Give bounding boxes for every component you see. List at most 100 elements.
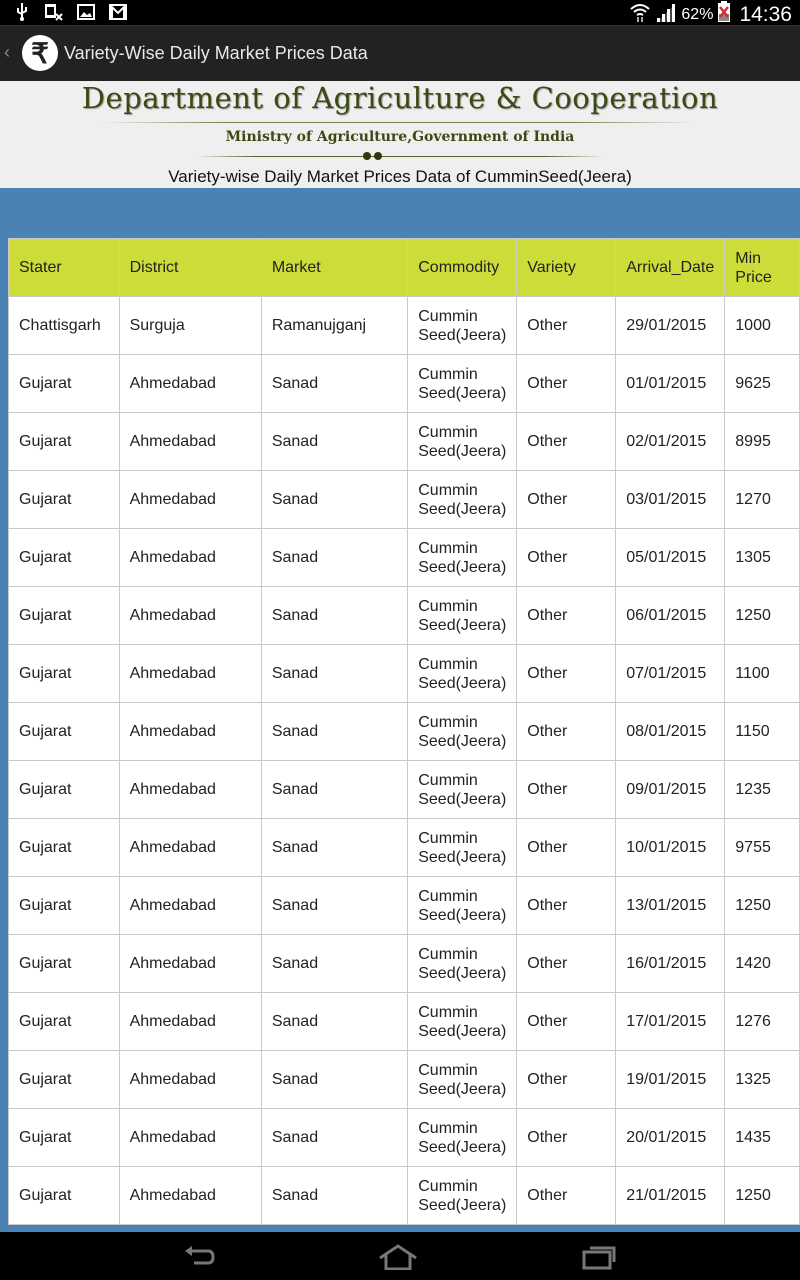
header-min-price[interactable]: Min Price xyxy=(724,238,800,297)
table-row[interactable]: Gujarat Ahmedabad Sanad Cummin Seed(Jeera) O… xyxy=(8,934,800,993)
cell-state: Gujarat xyxy=(8,992,120,1051)
cell-commodity: Cummin Seed(Jeera) xyxy=(407,586,518,645)
cell-commodity: Cummin Seed(Jeera) xyxy=(407,818,518,877)
cell-commodity: Cummin Seed(Jeera) xyxy=(407,528,518,587)
cell-commodity: Cummin Seed(Jeera) xyxy=(407,876,518,935)
sim-error-icon xyxy=(44,3,64,21)
cell-state: Chattisgarh xyxy=(8,296,120,355)
content-area[interactable]: Stater District Market Commodity Variety… xyxy=(0,188,800,1232)
cell-state: Gujarat xyxy=(8,934,120,993)
cell-state: Gujarat xyxy=(8,586,120,645)
cell-market: Sanad xyxy=(260,702,409,761)
table-row[interactable]: Gujarat Ahmedabad Sanad Cummin Seed(Jeera) O… xyxy=(8,876,800,935)
cell-market: Sanad xyxy=(260,1050,409,1109)
cell-commodity: Cummin Seed(Jeera) xyxy=(407,760,518,819)
banner-divider-ornament xyxy=(195,156,605,157)
table-header-row: Stater District Market Commodity Variety… xyxy=(8,238,800,297)
header-market[interactable]: Market xyxy=(260,238,409,297)
cell-arrival-date: 05/01/2015 xyxy=(615,528,726,587)
cell-district: Ahmedabad xyxy=(118,412,262,471)
cell-arrival-date: 21/01/2015 xyxy=(615,1166,726,1225)
cell-state: Gujarat xyxy=(8,818,120,877)
cell-variety: Other xyxy=(516,818,617,877)
table-row[interactable]: Gujarat Ahmedabad Sanad Cummin Seed(Jeera) O… xyxy=(8,702,800,761)
header-variety[interactable]: Variety xyxy=(516,238,617,297)
cell-state: Gujarat xyxy=(8,354,120,413)
table-row[interactable]: Chattisgarh Surguja Ramanujganj Cummin Seed… xyxy=(8,296,800,355)
table-row[interactable]: Gujarat Ahmedabad Sanad Cummin Seed(Jeera) O… xyxy=(8,1166,800,1225)
cell-state: Gujarat xyxy=(8,1166,120,1225)
cell-market: Sanad xyxy=(260,876,409,935)
table-row[interactable]: Gujarat Ahmedabad Sanad Cummin Seed(Jeera) O… xyxy=(8,644,800,703)
cell-state: Gujarat xyxy=(8,876,120,935)
rupee-logo-icon[interactable]: ₹ xyxy=(22,35,58,71)
cell-min-price: 1305 xyxy=(724,528,800,587)
cell-variety: Other xyxy=(516,1108,617,1167)
recent-apps-icon[interactable] xyxy=(574,1240,624,1274)
cell-variety: Other xyxy=(516,412,617,471)
cell-variety: Other xyxy=(516,992,617,1051)
page-subtitle: Variety-wise Daily Market Prices Data of… xyxy=(168,167,632,186)
table-row[interactable]: Gujarat Ahmedabad Sanad Cummin Seed(Jeera) O… xyxy=(8,586,800,645)
cell-commodity: Cummin Seed(Jeera) xyxy=(407,1166,518,1225)
navigation-bar xyxy=(0,1232,800,1280)
table-row[interactable]: Gujarat Ahmedabad Sanad Cummin Seed(Jeera) O… xyxy=(8,528,800,587)
cell-variety: Other xyxy=(516,1166,617,1225)
cell-market: Sanad xyxy=(260,412,409,471)
table-row[interactable]: Gujarat Ahmedabad Sanad Cummin Seed(Jeera) O… xyxy=(8,1108,800,1167)
back-icon[interactable] xyxy=(174,1240,224,1274)
cell-district: Ahmedabad xyxy=(118,470,262,529)
header-state[interactable]: Stater xyxy=(8,238,120,297)
cell-min-price: 1100 xyxy=(724,644,800,703)
cell-commodity: Cummin Seed(Jeera) xyxy=(407,702,518,761)
cell-variety: Other xyxy=(516,876,617,935)
cell-variety: Other xyxy=(516,296,617,355)
cell-district: Ahmedabad xyxy=(118,354,262,413)
ministry-name: Ministry of Agriculture,Government of In… xyxy=(225,129,575,145)
cell-district: Ahmedabad xyxy=(118,1108,262,1167)
cell-commodity: Cummin Seed(Jeera) xyxy=(407,296,518,355)
cell-min-price: 1250 xyxy=(724,876,800,935)
table-row[interactable]: Gujarat Ahmedabad Sanad Cummin Seed(Jeera) O… xyxy=(8,412,800,471)
cell-district: Ahmedabad xyxy=(118,644,262,703)
cell-min-price: 1325 xyxy=(724,1050,800,1109)
cell-state: Gujarat xyxy=(8,470,120,529)
cell-market: Sanad xyxy=(260,1108,409,1167)
header-arrival-date[interactable]: Arrival_Date xyxy=(615,238,726,297)
cell-market: Sanad xyxy=(260,644,409,703)
cell-district: Ahmedabad xyxy=(118,818,262,877)
cell-district: Ahmedabad xyxy=(118,876,262,935)
table-row[interactable]: Gujarat Ahmedabad Sanad Cummin Seed(Jeera) O… xyxy=(8,818,800,877)
back-chevron-icon[interactable]: ‹ xyxy=(4,42,10,63)
table-row[interactable]: Gujarat Ahmedabad Sanad Cummin Seed(Jeera) O… xyxy=(8,992,800,1051)
cell-market: Sanad xyxy=(260,1166,409,1225)
cell-state: Gujarat xyxy=(8,412,120,471)
cell-variety: Other xyxy=(516,644,617,703)
cell-commodity: Cummin Seed(Jeera) xyxy=(407,412,518,471)
cell-district: Surguja xyxy=(118,296,262,355)
header-commodity[interactable]: Commodity xyxy=(407,238,518,297)
table-row[interactable]: Gujarat Ahmedabad Sanad Cummin Seed(Jeera) O… xyxy=(8,1050,800,1109)
table-row[interactable]: Gujarat Ahmedabad Sanad Cummin Seed(Jeera) O… xyxy=(8,760,800,819)
clock: 14:36 xyxy=(739,2,792,26)
cell-variety: Other xyxy=(516,760,617,819)
header-district[interactable]: District xyxy=(118,238,262,297)
home-icon[interactable] xyxy=(373,1240,423,1274)
table-row[interactable]: Gujarat Ahmedabad Sanad Cummin Seed(Jeera) O… xyxy=(8,470,800,529)
table-row[interactable]: Gujarat Ahmedabad Sanad Cummin Seed(Jeera) O… xyxy=(8,354,800,413)
cell-variety: Other xyxy=(516,1050,617,1109)
cell-district: Ahmedabad xyxy=(118,1166,262,1225)
cell-min-price: 1250 xyxy=(724,586,800,645)
action-bar: ‹ ₹ Variety-Wise Daily Market Prices Dat… xyxy=(0,25,800,81)
cell-arrival-date: 01/01/2015 xyxy=(615,354,726,413)
image-icon xyxy=(76,3,96,21)
cell-market: Sanad xyxy=(260,760,409,819)
signal-icon xyxy=(655,2,677,27)
cell-arrival-date: 08/01/2015 xyxy=(615,702,726,761)
cell-min-price: 1420 xyxy=(724,934,800,993)
cell-district: Ahmedabad xyxy=(118,586,262,645)
cell-district: Ahmedabad xyxy=(118,992,262,1051)
cell-market: Ramanujganj xyxy=(260,296,409,355)
cell-arrival-date: 09/01/2015 xyxy=(615,760,726,819)
cell-district: Ahmedabad xyxy=(118,1050,262,1109)
